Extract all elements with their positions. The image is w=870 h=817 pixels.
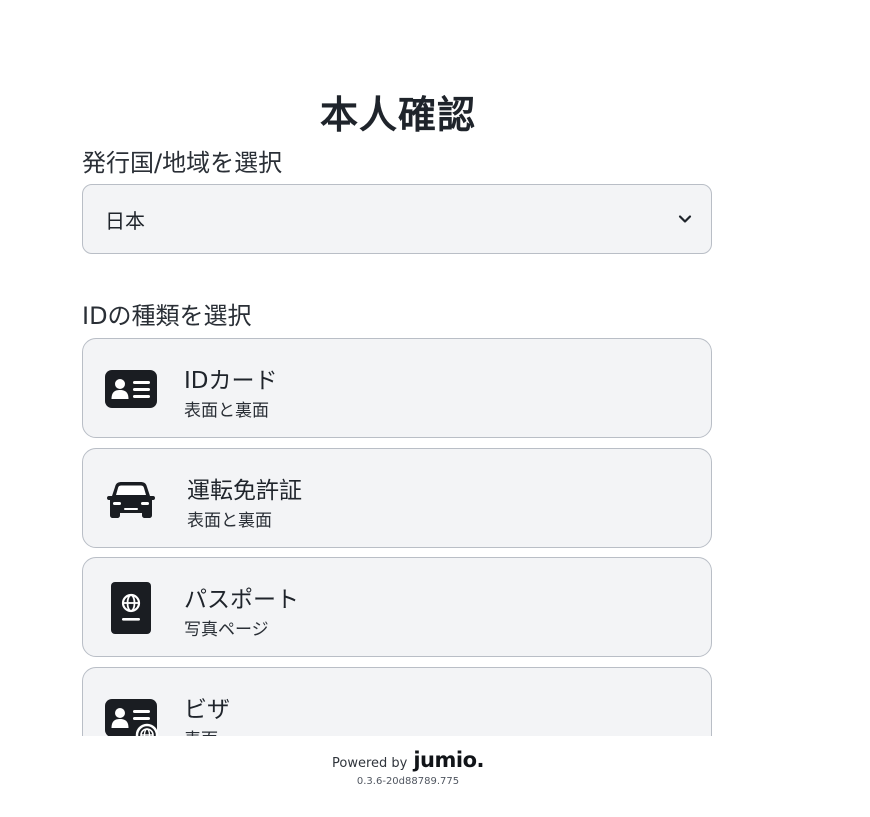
id-type-list: IDカード 表面と裏面 運転免許証 表面と裏面 パスポート 写真ページ ビザ bbox=[82, 338, 722, 736]
car-icon bbox=[107, 482, 155, 518]
passport-icon bbox=[111, 582, 151, 634]
visa-card-icon bbox=[105, 699, 159, 736]
page-title: 本人確認 bbox=[319, 93, 476, 137]
footer: Powered by jumio. 0.3.6-20d88789.775 bbox=[0, 748, 816, 787]
id-type-subtitle: 写真ページ bbox=[184, 620, 269, 640]
jumio-logo: jumio. bbox=[413, 748, 484, 772]
country-select-value: 日本 bbox=[105, 208, 145, 233]
country-select[interactable]: 日本 bbox=[82, 184, 712, 254]
chevron-down-icon bbox=[678, 215, 692, 223]
id-type-option-id-card[interactable]: IDカード 表面と裏面 bbox=[82, 338, 712, 438]
id-type-title: IDカード bbox=[184, 368, 278, 394]
id-type-option-drivers-license[interactable]: 運転免許証 表面と裏面 bbox=[82, 448, 712, 548]
id-type-subtitle: 表面 bbox=[184, 725, 218, 736]
id-type-label: IDの種類を選択 bbox=[82, 302, 252, 330]
id-type-subtitle: 表面と裏面 bbox=[187, 511, 272, 531]
version-text: 0.3.6-20d88789.775 bbox=[356, 776, 460, 787]
id-type-option-visa[interactable]: ビザ 表面 bbox=[82, 667, 712, 736]
powered-by: Powered by jumio. bbox=[332, 748, 484, 772]
verification-page: 本人確認 発行国/地域を選択 日本 IDの種類を選択 IDカード 表面と裏面 運… bbox=[0, 0, 870, 817]
id-card-icon bbox=[105, 370, 157, 408]
id-type-title: 運転免許証 bbox=[187, 478, 302, 504]
id-type-title: ビザ bbox=[184, 697, 230, 723]
id-type-subtitle: 表面と裏面 bbox=[184, 401, 269, 421]
id-type-option-passport[interactable]: パスポート 写真ページ bbox=[82, 557, 712, 657]
id-type-title: パスポート bbox=[184, 587, 299, 613]
powered-by-text: Powered by bbox=[332, 756, 408, 771]
country-label: 発行国/地域を選択 bbox=[82, 149, 283, 177]
